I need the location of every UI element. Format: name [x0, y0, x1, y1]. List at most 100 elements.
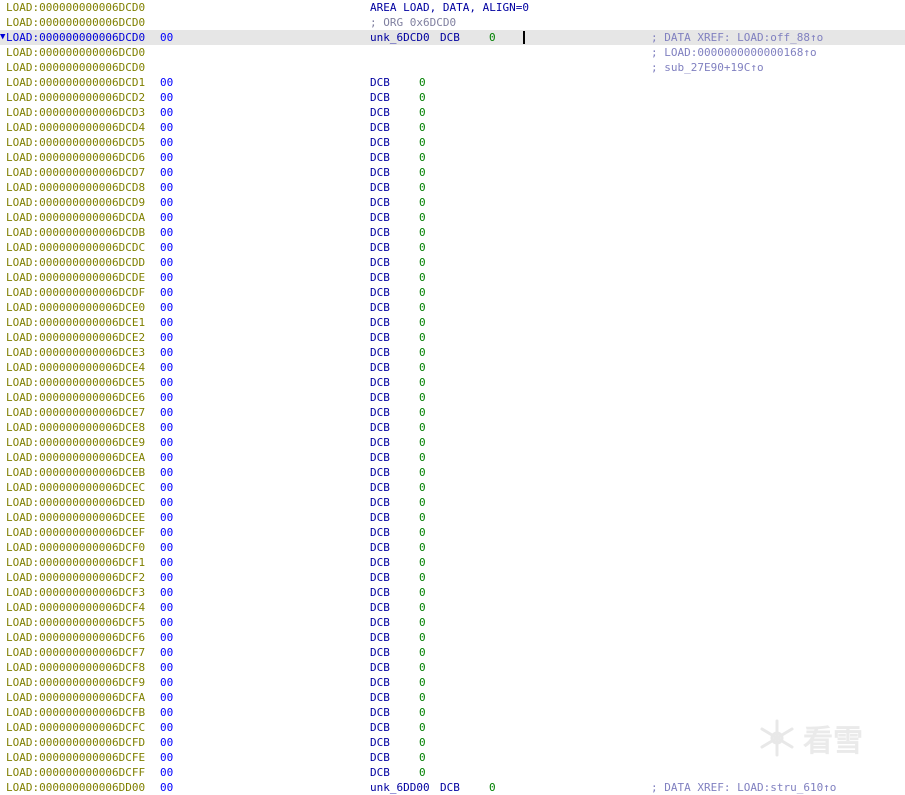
hex-bytes[interactable]: 00 — [160, 420, 173, 435]
address[interactable]: LOAD:000000000006DCDE — [6, 270, 145, 285]
hex-bytes[interactable]: 00 — [160, 615, 173, 630]
mnemonic[interactable]: DCB — [370, 195, 390, 210]
mnemonic[interactable]: DCB — [370, 525, 390, 540]
mnemonic[interactable]: DCB — [370, 705, 390, 720]
data-line[interactable]: LOAD:000000000006DCE3 00 DCB 0 — [0, 345, 905, 360]
address[interactable]: LOAD:000000000006DCF5 — [6, 615, 145, 630]
hex-bytes[interactable]: 00 — [160, 450, 173, 465]
hex-bytes[interactable]: 00 — [160, 480, 173, 495]
operand-value[interactable]: 0 — [419, 615, 426, 630]
mnemonic[interactable]: DCB — [370, 345, 390, 360]
mnemonic[interactable]: DCB — [370, 225, 390, 240]
mnemonic[interactable]: DCB — [370, 435, 390, 450]
hex-bytes[interactable]: 00 — [160, 495, 173, 510]
address[interactable]: LOAD:000000000006DCFE — [6, 750, 145, 765]
hex-bytes[interactable]: 00 — [160, 315, 173, 330]
operand-value[interactable]: 0 — [419, 255, 426, 270]
operand-value[interactable]: 0 — [419, 450, 426, 465]
data-line[interactable]: LOAD:000000000006DCE7 00 DCB 0 — [0, 405, 905, 420]
address[interactable]: LOAD:000000000006DCE5 — [6, 375, 145, 390]
mnemonic[interactable]: DCB — [370, 120, 390, 135]
mnemonic[interactable]: DCB — [370, 555, 390, 570]
listing-line[interactable]: LOAD:000000000006DCD0 AREA LOAD, DATA, AL… — [0, 0, 905, 15]
mnemonic[interactable]: DCB — [370, 255, 390, 270]
mnemonic[interactable]: DCB — [370, 375, 390, 390]
hex-bytes[interactable]: 00 — [160, 600, 173, 615]
operand-value[interactable]: 0 — [419, 675, 426, 690]
data-line[interactable]: LOAD:000000000006DCDE 00 DCB 0 — [0, 270, 905, 285]
operand-value[interactable]: 0 — [419, 660, 426, 675]
address[interactable]: LOAD:000000000006DCD0 — [6, 15, 145, 30]
address[interactable]: LOAD:000000000006DCD0 — [6, 0, 145, 15]
operand-value[interactable]: 0 — [489, 30, 496, 45]
mnemonic[interactable]: DCB — [370, 360, 390, 375]
data-line[interactable]: LOAD:000000000006DCF8 00 DCB 0 — [0, 660, 905, 675]
address[interactable]: LOAD:000000000006DCEB — [6, 465, 145, 480]
operand-value[interactable]: 0 — [419, 120, 426, 135]
address[interactable]: LOAD:000000000006DCD4 — [6, 120, 145, 135]
address[interactable]: LOAD:000000000006DCEC — [6, 480, 145, 495]
mnemonic[interactable]: DCB — [370, 390, 390, 405]
mnemonic[interactable]: DCB — [370, 600, 390, 615]
mnemonic[interactable]: DCB — [370, 495, 390, 510]
hex-bytes[interactable]: 00 — [160, 210, 173, 225]
hex-bytes[interactable]: 00 — [160, 330, 173, 345]
operand-value[interactable]: 0 — [419, 315, 426, 330]
hex-bytes[interactable]: 00 — [160, 90, 173, 105]
hex-bytes[interactable]: 00 — [160, 165, 173, 180]
operand-value[interactable]: 0 — [419, 420, 426, 435]
mnemonic[interactable]: DCB — [370, 105, 390, 120]
operand-value[interactable]: 0 — [419, 195, 426, 210]
hex-bytes[interactable]: 00 — [160, 225, 173, 240]
operand-value[interactable]: 0 — [419, 180, 426, 195]
operand-value[interactable]: 0 — [419, 510, 426, 525]
operand-value[interactable]: 0 — [419, 150, 426, 165]
data-line[interactable]: LOAD:000000000006DCDB 00 DCB 0 — [0, 225, 905, 240]
address[interactable]: LOAD:000000000006DCEA — [6, 450, 145, 465]
mnemonic[interactable]: DCB — [370, 540, 390, 555]
operand-value[interactable]: 0 — [419, 495, 426, 510]
data-line[interactable]: LOAD:000000000006DCEC 00 DCB 0 — [0, 480, 905, 495]
mnemonic[interactable]: DCB — [370, 210, 390, 225]
address[interactable]: LOAD:000000000006DCE0 — [6, 300, 145, 315]
data-line[interactable]: LOAD:000000000006DCF4 00 DCB 0 — [0, 600, 905, 615]
data-line[interactable]: LOAD:000000000006DCF5 00 DCB 0 — [0, 615, 905, 630]
hex-bytes[interactable]: 00 — [160, 180, 173, 195]
mnemonic[interactable]: DCB — [370, 675, 390, 690]
address[interactable]: LOAD:000000000006DCDD — [6, 255, 145, 270]
data-line[interactable]: LOAD:000000000006DCD8 00 DCB 0 — [0, 180, 905, 195]
hex-bytes[interactable]: 00 — [160, 465, 173, 480]
address[interactable]: LOAD:000000000006DCED — [6, 495, 145, 510]
xref-comment[interactable]: ; sub_27E90+19C↑o — [651, 60, 764, 75]
data-line[interactable]: LOAD:000000000006DCE5 00 DCB 0 — [0, 375, 905, 390]
hex-bytes[interactable]: 00 — [160, 345, 173, 360]
mnemonic[interactable]: DCB — [370, 135, 390, 150]
data-line[interactable]: LOAD:000000000006DCED 00 DCB 0 — [0, 495, 905, 510]
hex-bytes[interactable]: 00 — [160, 555, 173, 570]
operand-value[interactable]: 0 — [419, 720, 426, 735]
address[interactable]: LOAD:000000000006DCE3 — [6, 345, 145, 360]
address[interactable]: LOAD:000000000006DCD6 — [6, 150, 145, 165]
hex-bytes[interactable]: 00 — [160, 750, 173, 765]
operand-value[interactable]: 0 — [489, 780, 496, 795]
data-line[interactable]: LOAD:000000000006DCEF 00 DCB 0 — [0, 525, 905, 540]
mnemonic[interactable]: DCB — [370, 450, 390, 465]
operand-value[interactable]: 0 — [419, 240, 426, 255]
data-line[interactable]: LOAD:000000000006DCEB 00 DCB 0 — [0, 465, 905, 480]
address[interactable]: LOAD:000000000006DCD0 — [6, 30, 145, 45]
data-line[interactable]: LOAD:000000000006DCD9 00 DCB 0 — [0, 195, 905, 210]
mnemonic[interactable]: DCB — [370, 300, 390, 315]
operand-value[interactable]: 0 — [419, 285, 426, 300]
mnemonic[interactable]: DCB — [370, 660, 390, 675]
operand-value[interactable]: 0 — [419, 405, 426, 420]
hex-bytes[interactable]: 00 — [160, 780, 173, 795]
hex-bytes[interactable]: 00 — [160, 735, 173, 750]
data-line[interactable]: LOAD:000000000006DCDD 00 DCB 0 — [0, 255, 905, 270]
address[interactable]: LOAD:000000000006DCEE — [6, 510, 145, 525]
address[interactable]: LOAD:000000000006DCF4 — [6, 600, 145, 615]
operand-value[interactable]: 0 — [419, 270, 426, 285]
address[interactable]: LOAD:000000000006DCD1 — [6, 75, 145, 90]
operand-value[interactable]: 0 — [419, 345, 426, 360]
data-line[interactable]: LOAD:000000000006DCD6 00 DCB 0 — [0, 150, 905, 165]
data-line[interactable]: LOAD:000000000006DCE0 00 DCB 0 — [0, 300, 905, 315]
